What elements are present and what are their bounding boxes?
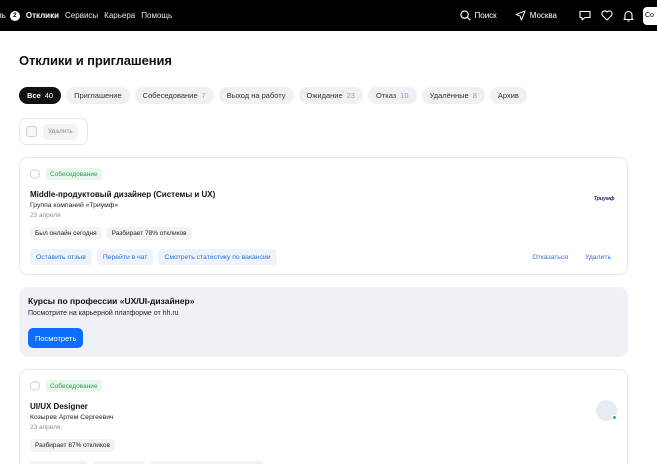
filter-label: Удалённые [429, 91, 469, 100]
course-promo-banner: Курсы по профессии «UX/UI-дизайнер» Посм… [19, 287, 628, 357]
employer-avatar[interactable] [596, 400, 617, 421]
status-filter-tabs: Все 40 Приглашение Собеседование 7 Выход н… [19, 87, 527, 104]
response-date: 23 апреля [30, 424, 61, 431]
filter-rejected[interactable]: Отказ 10 [367, 87, 417, 104]
filter-count: 8 [472, 91, 477, 100]
view-courses-button[interactable]: Посмотреть [28, 328, 84, 348]
card-header: Собеседование [30, 168, 102, 180]
promo-title: Курсы по профессии «UX/UI-дизайнер» [28, 296, 195, 306]
response-date: 23 апреля [30, 212, 61, 219]
filter-deleted[interactable]: Удалённые 8 [421, 87, 485, 104]
status-badge: Собеседование [46, 380, 102, 392]
response-card: Собеседование Middle-продуктовый дизайне… [19, 157, 628, 275]
create-resume-button[interactable]: Со [643, 6, 657, 25]
search-icon [459, 10, 471, 21]
top-actions: Поиск Москва Со [459, 0, 657, 31]
main-nav: ль 2 Отклики Сервисы Карьера Помощь [0, 0, 172, 31]
filter-label: Приглашение [74, 91, 122, 100]
company-name[interactable]: Группа компаний «Триумф» [30, 202, 118, 209]
vacancy-title[interactable]: UI/UX Designer [30, 402, 88, 411]
leave-review-button[interactable]: Оставить отзыв [30, 249, 92, 265]
company-logo[interactable]: Триумф [593, 193, 615, 205]
filter-all[interactable]: Все 40 [19, 87, 62, 104]
bulk-delete-button[interactable]: Удалить [43, 123, 78, 140]
response-rate-tag: Разбирает 87% откликов [30, 439, 115, 452]
card-header: Собеседование [30, 380, 102, 392]
search-button[interactable]: Поиск [459, 10, 497, 21]
filter-label: Архив [497, 91, 519, 100]
search-label: Поиск [474, 11, 497, 20]
card-tags: Разбирает 87% откликов [30, 439, 115, 452]
nav-item-services[interactable]: Сервисы [65, 11, 98, 20]
card-tags: Был онлайн сегодня Разбирает 78% отклико… [30, 227, 192, 240]
filter-interview[interactable]: Собеседование 7 [134, 87, 214, 104]
online-status-tag: Был онлайн сегодня [30, 227, 102, 240]
top-navigation-bar: ль 2 Отклики Сервисы Карьера Помощь Поис… [0, 0, 657, 31]
chat-button[interactable] [579, 10, 591, 21]
bulk-actions-bar: Удалить [19, 118, 88, 145]
filter-hired[interactable]: Выход на работу [218, 87, 294, 104]
vacancy-stats-button[interactable]: Смотреть статистику по вакансии [158, 249, 277, 265]
filter-label: Собеседование [142, 91, 198, 100]
region-label: Москва [529, 11, 557, 20]
filter-label: Выход на работу [226, 91, 286, 100]
card-actions: Оставить отзыв Перейти в чат Смотреть ст… [30, 249, 277, 265]
delete-response-button[interactable]: Удалить [579, 249, 617, 265]
card-actions-right: Отказаться Удалить [526, 249, 617, 265]
nav-item-responses[interactable]: Отклики [26, 11, 59, 20]
go-to-chat-button[interactable]: Перейти в чат [96, 249, 154, 265]
promo-subtitle: Посмотрите на карьерной платформе от hh.… [28, 310, 179, 317]
filter-archive[interactable]: Архив [489, 87, 527, 104]
filter-invitation[interactable]: Приглашение [66, 87, 130, 104]
company-name[interactable]: Козырев Артем Сергеевич [30, 414, 114, 421]
notification-count-badge: 2 [9, 10, 20, 21]
region-button[interactable]: Москва [515, 10, 557, 21]
nav-item-profile-truncated[interactable]: ль [0, 11, 6, 20]
status-badge: Собеседование [46, 168, 102, 180]
online-indicator [612, 415, 617, 420]
location-arrow-icon [515, 10, 526, 21]
filter-waiting[interactable]: Ожидание 23 [298, 87, 363, 104]
filter-count: 7 [201, 91, 206, 100]
bell-icon [623, 10, 634, 22]
filter-count: 40 [44, 91, 54, 100]
filter-label: Ожидание [306, 91, 343, 100]
vacancy-title[interactable]: Middle-продуктовый дизайнер (Системы и U… [30, 190, 215, 199]
select-all-checkbox[interactable] [26, 126, 37, 137]
notifications-button[interactable] [623, 10, 634, 22]
nav-item-career[interactable]: Карьера [104, 11, 135, 20]
select-response-checkbox[interactable] [30, 381, 40, 391]
response-rate-tag: Разбирает 78% откликов [106, 227, 192, 240]
response-card: Собеседование UI/UX Designer Козырев Арт… [19, 369, 628, 464]
favorites-button[interactable] [601, 10, 613, 21]
decline-button[interactable]: Отказаться [526, 249, 574, 265]
filter-count: 10 [400, 91, 409, 100]
heart-icon [601, 10, 613, 21]
chat-icon [579, 10, 591, 21]
select-response-checkbox[interactable] [30, 169, 40, 179]
page-title: Отклики и приглашения [19, 53, 172, 68]
filter-label: Отказ [375, 91, 397, 100]
nav-item-help[interactable]: Помощь [141, 11, 172, 20]
filter-count: 23 [346, 91, 355, 100]
filter-label: Все [27, 91, 41, 100]
